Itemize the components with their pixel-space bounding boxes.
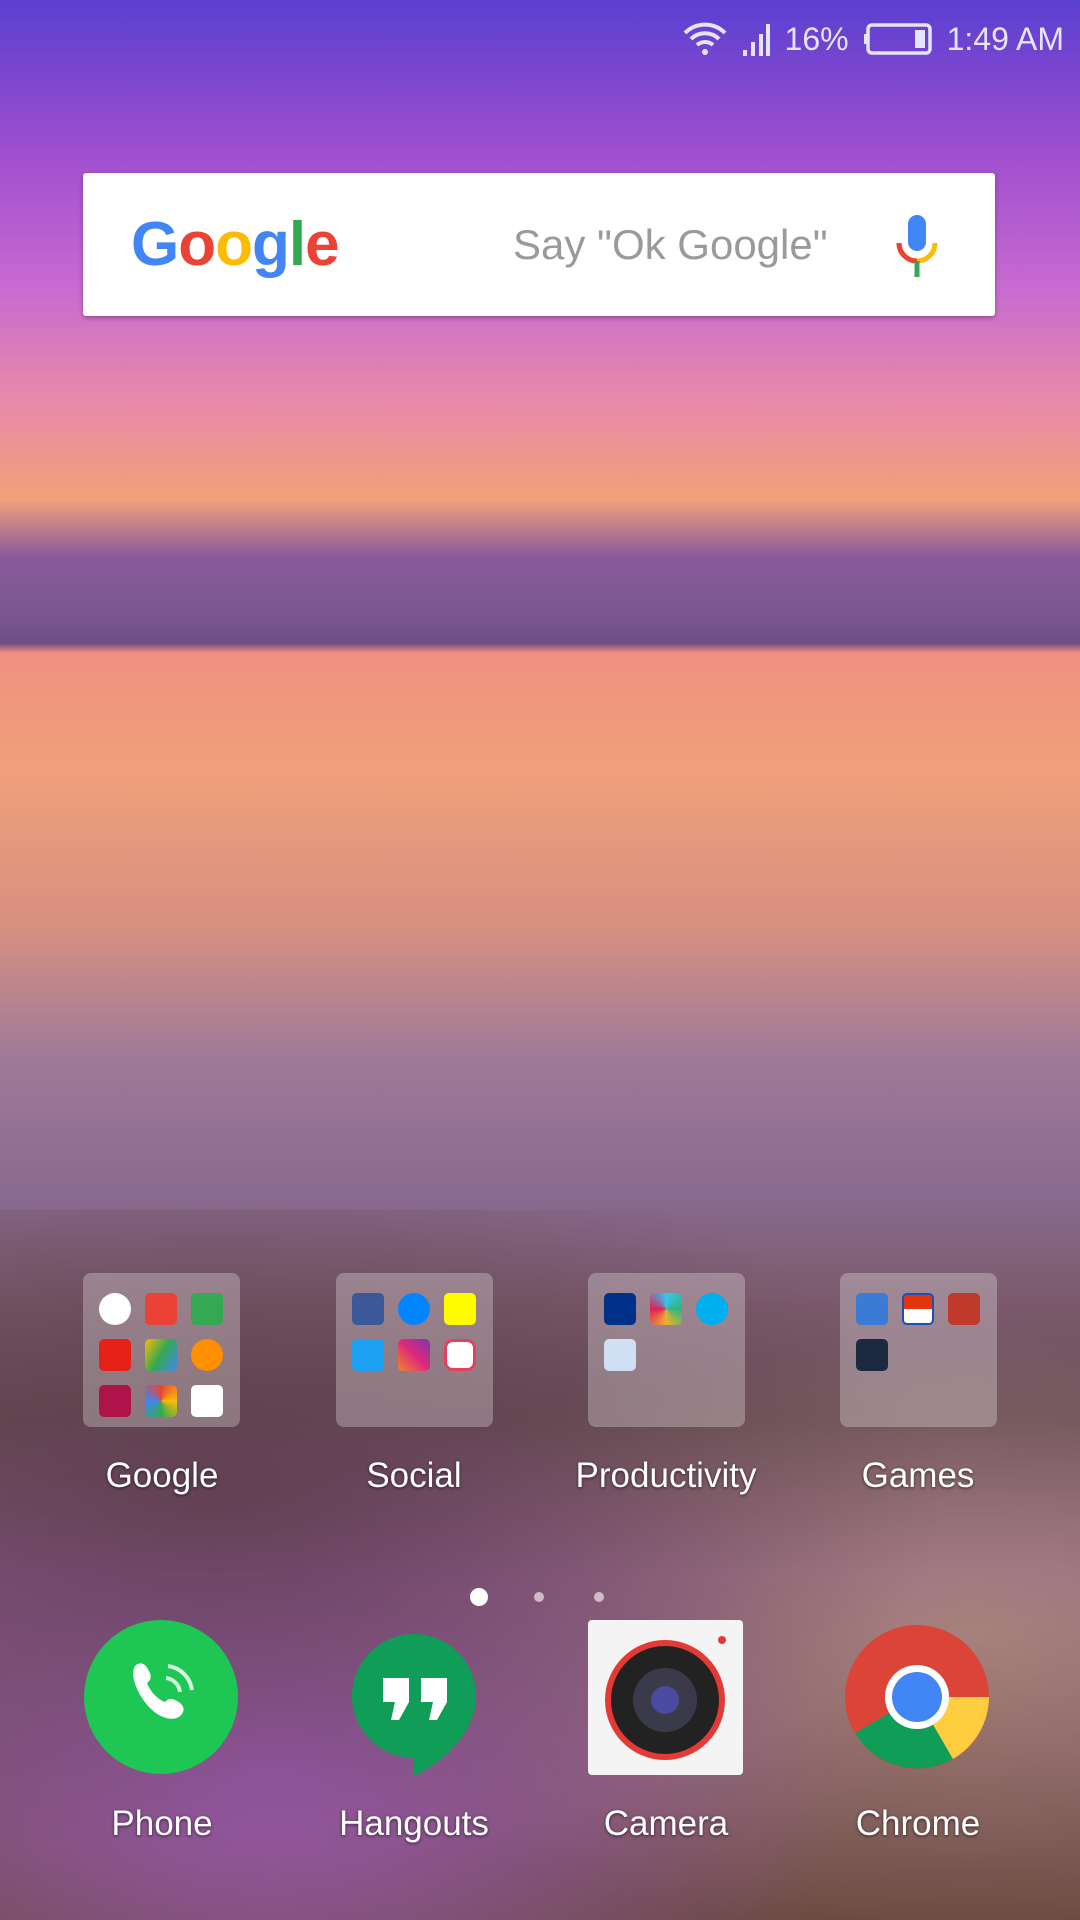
gmail-icon [145,1293,177,1325]
csr2-icon [948,1293,980,1325]
folder-games[interactable] [840,1273,997,1427]
clash-royale-icon [856,1293,888,1325]
pokemon-go-icon [902,1293,934,1325]
status-bar: 16% 1:49 AM [683,0,1080,78]
dock-label: Phone [111,1804,213,1843]
hangouts-app-icon[interactable] [337,1620,492,1775]
mic-icon[interactable] [894,213,940,279]
folder-social[interactable] [336,1273,493,1427]
folder-label: Productivity [575,1456,757,1495]
folder-productivity[interactable] [588,1273,745,1427]
clock: 1:49 AM [946,20,1064,57]
youtube-icon [99,1339,131,1371]
facebook-icon [352,1293,384,1325]
google-logo: Google [131,210,340,279]
maps-icon [191,1293,223,1325]
vote-app-icon [604,1339,636,1371]
camera-app-icon[interactable] [588,1620,743,1775]
signal-icon [742,24,770,56]
page-dot[interactable] [594,1592,604,1602]
battery-percent: 16% [784,20,849,57]
snapchat-icon [444,1293,476,1325]
google-search-bar[interactable]: Google Say "Ok Google" [83,173,995,316]
need-for-speed-icon [856,1339,888,1371]
page-dot[interactable] [534,1592,544,1602]
google-app-icon [99,1293,131,1325]
folder-label: Google [105,1456,219,1495]
page-dot-active[interactable] [470,1588,488,1606]
slack-icon [650,1293,682,1325]
dock-label: Camera [603,1804,729,1843]
paypal-icon [604,1293,636,1325]
chrome-app-icon[interactable] [840,1620,995,1775]
photos-icon [145,1385,177,1417]
battery-icon [863,23,932,55]
play-store-icon [191,1385,223,1417]
folder-google[interactable] [83,1273,240,1427]
search-hint: Say "Ok Google" [513,220,828,268]
play-music-icon [191,1339,223,1371]
dock-label: Hangouts [339,1804,489,1843]
phone-app-icon[interactable] [84,1620,239,1775]
dock-label: Chrome [855,1804,981,1843]
messenger-icon [398,1293,430,1325]
drive-icon [145,1339,177,1371]
twitter-icon [352,1339,384,1371]
folder-label: Games [861,1456,975,1495]
folder-label: Social [366,1456,462,1495]
wifi-icon [683,22,726,55]
instagram-icon [398,1339,430,1371]
layout-icon [444,1339,476,1371]
play-movies-icon [99,1385,131,1417]
groupme-icon [696,1293,728,1325]
